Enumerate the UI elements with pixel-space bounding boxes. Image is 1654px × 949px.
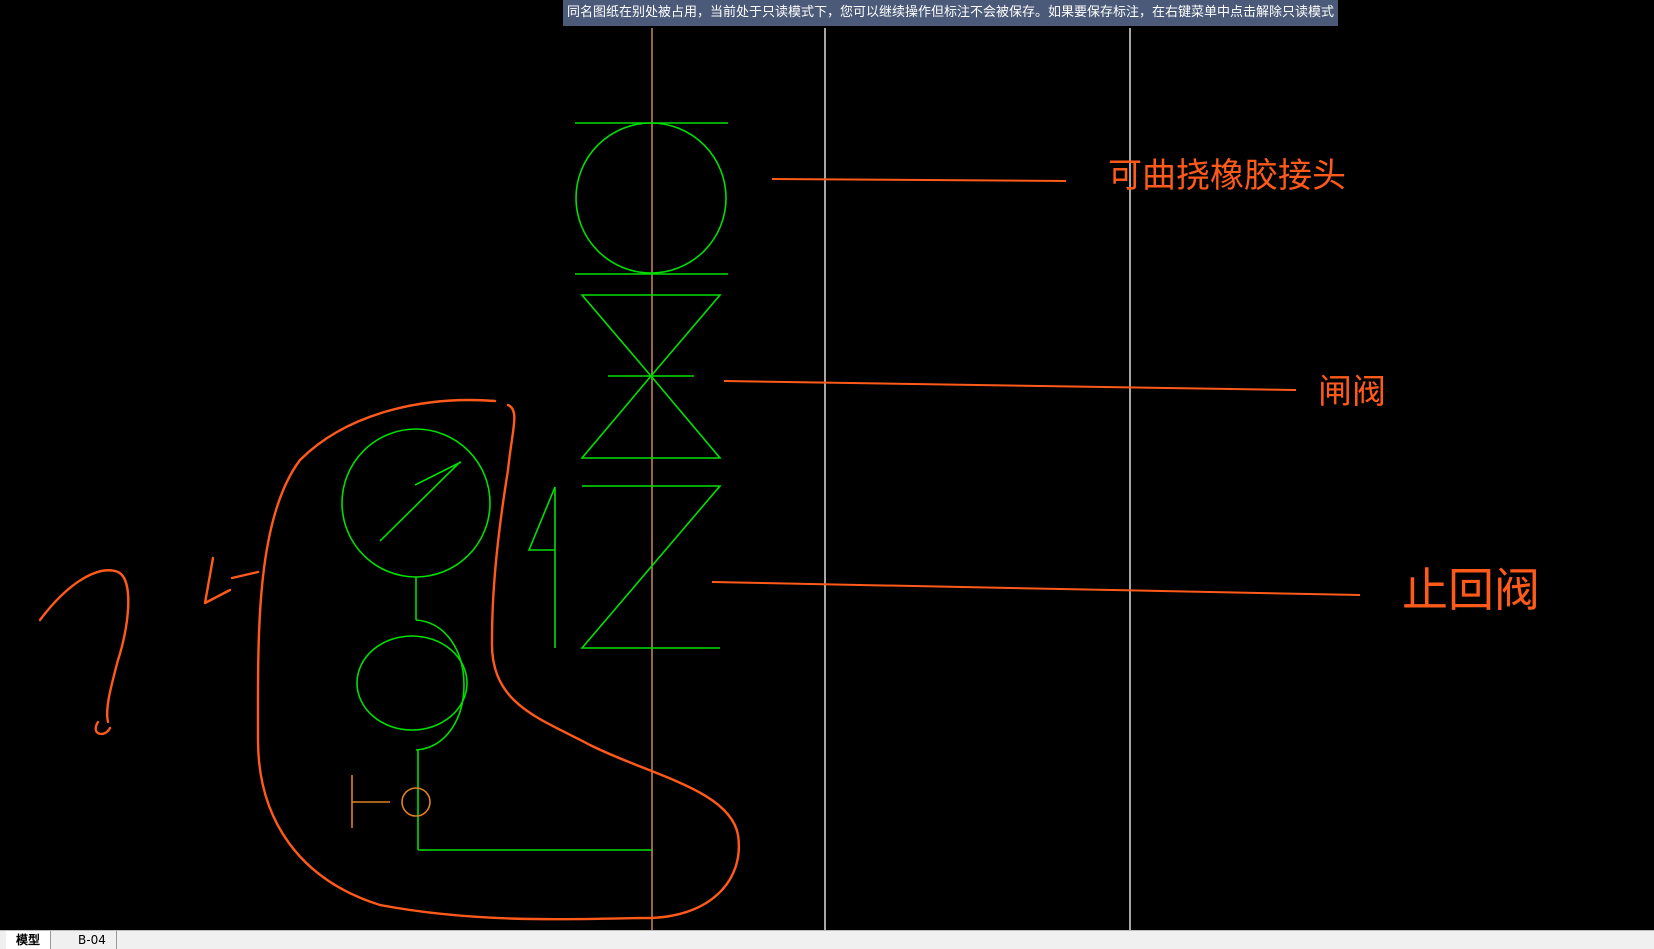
leader-lines bbox=[711, 178, 1361, 596]
label-gate-valve: 闸阀 bbox=[1318, 372, 1386, 412]
leader-check-valve bbox=[711, 581, 1361, 596]
question-mark-icon bbox=[38, 569, 130, 736]
label-flex-joint: 可曲挠橡胶接头 bbox=[1108, 156, 1346, 196]
check-valve-symbol bbox=[527, 485, 722, 649]
gate-valve-symbol bbox=[580, 294, 722, 459]
pressure-gauge-assembly bbox=[341, 428, 652, 851]
leader-gate-valve bbox=[723, 380, 1297, 391]
pressure-gauge-icon bbox=[341, 428, 491, 578]
markup-outline bbox=[256, 398, 741, 921]
buffer-coil-icon bbox=[356, 635, 468, 731]
drawing-canvas[interactable] bbox=[0, 0, 1654, 948]
label-check-valve: 止回阀 bbox=[1402, 563, 1540, 617]
layout-tab-bar: 模型 B-04 bbox=[0, 930, 1654, 949]
leader-flex-joint bbox=[771, 178, 1067, 182]
markup-arrow-icon bbox=[203, 556, 260, 605]
tab-layout-b04[interactable]: B-04 bbox=[68, 931, 117, 949]
tab-model[interactable]: 模型 bbox=[6, 931, 52, 949]
freehand-markup bbox=[38, 398, 741, 921]
readonly-notice-banner: 同名图纸在别处被占用，当前处于只读模式下，您可以继续操作但标注不会被保存。如果要… bbox=[563, 0, 1338, 26]
